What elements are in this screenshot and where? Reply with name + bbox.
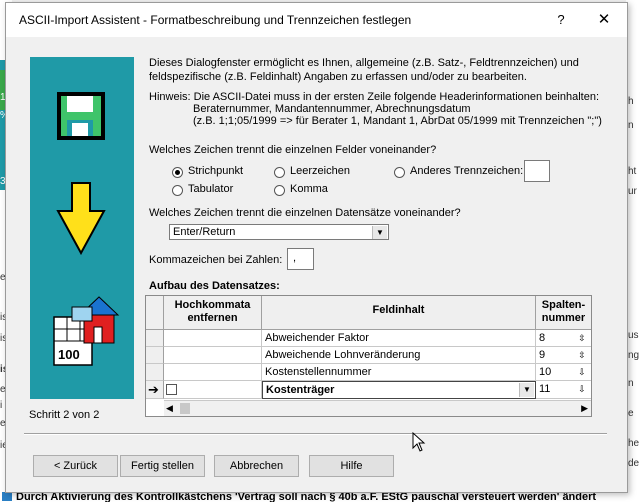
spin-updown-icon[interactable]: ⇳ — [575, 348, 589, 363]
field-separator-question: Welches Zeichen trennt die einzelnen Fel… — [149, 144, 437, 156]
row-selector[interactable] — [146, 330, 164, 347]
decimal-label: Kommazeichen bei Zahlen: — [149, 254, 283, 266]
radio-comma[interactable] — [274, 185, 285, 196]
horizontal-scrollbar[interactable]: ◀ ▶ — [164, 400, 591, 416]
radio-other[interactable] — [394, 167, 405, 178]
spin-down-icon[interactable]: ⇩ — [575, 382, 589, 397]
field-select-active[interactable]: Kostenträger ▼ — [262, 381, 536, 399]
record-structure-grid[interactable]: Hochkommata entfernen Feldinhalt Spalten… — [145, 295, 592, 417]
radio-semicolon-label[interactable]: Strichpunkt — [188, 165, 243, 177]
field-cell[interactable]: Abweichende Lohnveränderung — [262, 347, 536, 364]
back-button[interactable]: < Zurück — [33, 455, 118, 477]
background-fragment: ur — [628, 186, 637, 197]
decimal-input[interactable]: , — [287, 248, 314, 270]
wizard-illustration-panel: 100 — [30, 57, 134, 399]
title-bar: ASCII-Import Assistent - Formatbeschreib… — [6, 3, 627, 37]
radio-semicolon[interactable] — [172, 167, 183, 178]
record-separator-select[interactable]: Enter/Return ▼ — [169, 224, 389, 240]
background-fragment: e — [628, 408, 634, 419]
button-separator — [24, 433, 607, 435]
background-fragment: n — [628, 120, 634, 131]
quotes-cell[interactable] — [164, 330, 262, 347]
intro-text-line: feldspezifische (z.B. Feldinhalt) Angabe… — [149, 71, 527, 83]
field-select-value: Kostenträger — [266, 384, 335, 396]
radio-tab-label[interactable]: Tabulator — [188, 183, 233, 195]
row-selector-active[interactable]: ➔ — [146, 381, 164, 399]
row-pointer-icon: ➔ — [148, 382, 159, 397]
close-button[interactable]: ✕ — [594, 11, 614, 29]
background-fragment: n — [628, 378, 634, 389]
column-number-value: 9 — [539, 349, 546, 361]
column-number-cell[interactable]: 9 ⇳ — [536, 347, 591, 364]
hint-text-line: Beraternummer, Mandantennummer, Abrechnu… — [193, 103, 471, 115]
background-app-right: h n ht ur us ng n e he de — [626, 0, 640, 491]
row-selector[interactable] — [146, 347, 164, 364]
field-cell[interactable]: Kostenstellennummer — [262, 364, 536, 381]
remove-quotes-checkbox[interactable] — [166, 384, 177, 395]
svg-text:100: 100 — [58, 347, 80, 362]
floppy-disk-icon — [57, 92, 105, 140]
wizard-illustration: 100 — [53, 92, 120, 366]
mouse-cursor-icon — [412, 432, 426, 452]
background-fragment: de — [628, 458, 640, 469]
cancel-button[interactable]: Abbrechen — [214, 455, 299, 477]
decimal-value: , — [293, 252, 297, 264]
record-separator-value: Enter/Return — [173, 226, 236, 238]
quotes-cell[interactable] — [164, 364, 262, 381]
finish-button[interactable]: Fertig stellen — [120, 455, 205, 477]
dropdown-arrow-icon[interactable]: ▼ — [519, 383, 534, 397]
hint-text-line: Hinweis: Die ASCII-Datei muss in der ers… — [149, 91, 600, 103]
hint-text-line: (z.B. 1;1;05/1999 => für Berater 1, Mand… — [193, 115, 602, 127]
quotes-cell[interactable] — [164, 347, 262, 364]
radio-tab[interactable] — [172, 185, 183, 196]
spreadsheet-house-icon: 100 — [53, 296, 120, 366]
column-number-cell[interactable]: 8 ⇳ — [536, 330, 591, 347]
spin-down-icon[interactable]: ⇩ — [575, 365, 589, 380]
grid-corner — [146, 296, 164, 330]
radio-space[interactable] — [274, 167, 285, 178]
background-fragment: he — [628, 438, 640, 449]
info-icon — [2, 492, 12, 501]
column-number-cell[interactable]: 10 ⇩ — [536, 364, 591, 381]
help-button[interactable]: Hilfe — [309, 455, 394, 477]
column-number-value: 11 — [539, 383, 551, 395]
column-header-quotes[interactable]: Hochkommata entfernen — [164, 296, 262, 330]
column-number-value: 8 — [539, 332, 546, 344]
radio-space-label[interactable]: Leerzeichen — [290, 165, 350, 177]
record-separator-question: Welches Zeichen trennt die einzelnen Dat… — [149, 207, 461, 219]
radio-other-label[interactable]: Anderes Trennzeichen: — [410, 165, 523, 177]
quotes-cell[interactable] — [164, 381, 262, 399]
column-header-field[interactable]: Feldinhalt — [262, 296, 536, 330]
background-fragment: ht — [628, 166, 637, 177]
field-cell[interactable]: Abweichender Faktor — [262, 330, 536, 347]
scroll-thumb[interactable] — [180, 403, 190, 414]
radio-comma-label[interactable]: Komma — [290, 183, 328, 195]
step-label: Schritt 2 von 2 — [29, 409, 100, 421]
dropdown-arrow-icon[interactable]: ▼ — [372, 226, 387, 239]
column-number-cell[interactable]: 11 ⇩ — [536, 381, 591, 399]
background-fragment: us — [628, 330, 639, 341]
intro-text-line: Dieses Dialogfenster ermöglicht es Ihnen… — [149, 57, 579, 69]
other-separator-input[interactable] — [524, 160, 550, 182]
row-selector[interactable] — [146, 364, 164, 381]
background-fragment: h — [628, 96, 634, 107]
column-number-value: 10 — [539, 366, 552, 378]
scroll-left-icon[interactable]: ◀ — [166, 403, 173, 414]
dialog-title: ASCII-Import Assistent - Formatbeschreib… — [19, 13, 412, 27]
help-title-button[interactable]: ? — [551, 11, 571, 29]
structure-heading: Aufbau des Datensatzes: — [149, 280, 280, 292]
column-header-column-number[interactable]: Spalten-nummer — [536, 296, 591, 330]
background-fragment: ng — [628, 350, 640, 361]
arrow-down-icon — [56, 182, 106, 256]
scroll-right-icon[interactable]: ▶ — [581, 403, 588, 414]
spin-updown-icon[interactable]: ⇳ — [575, 331, 589, 346]
